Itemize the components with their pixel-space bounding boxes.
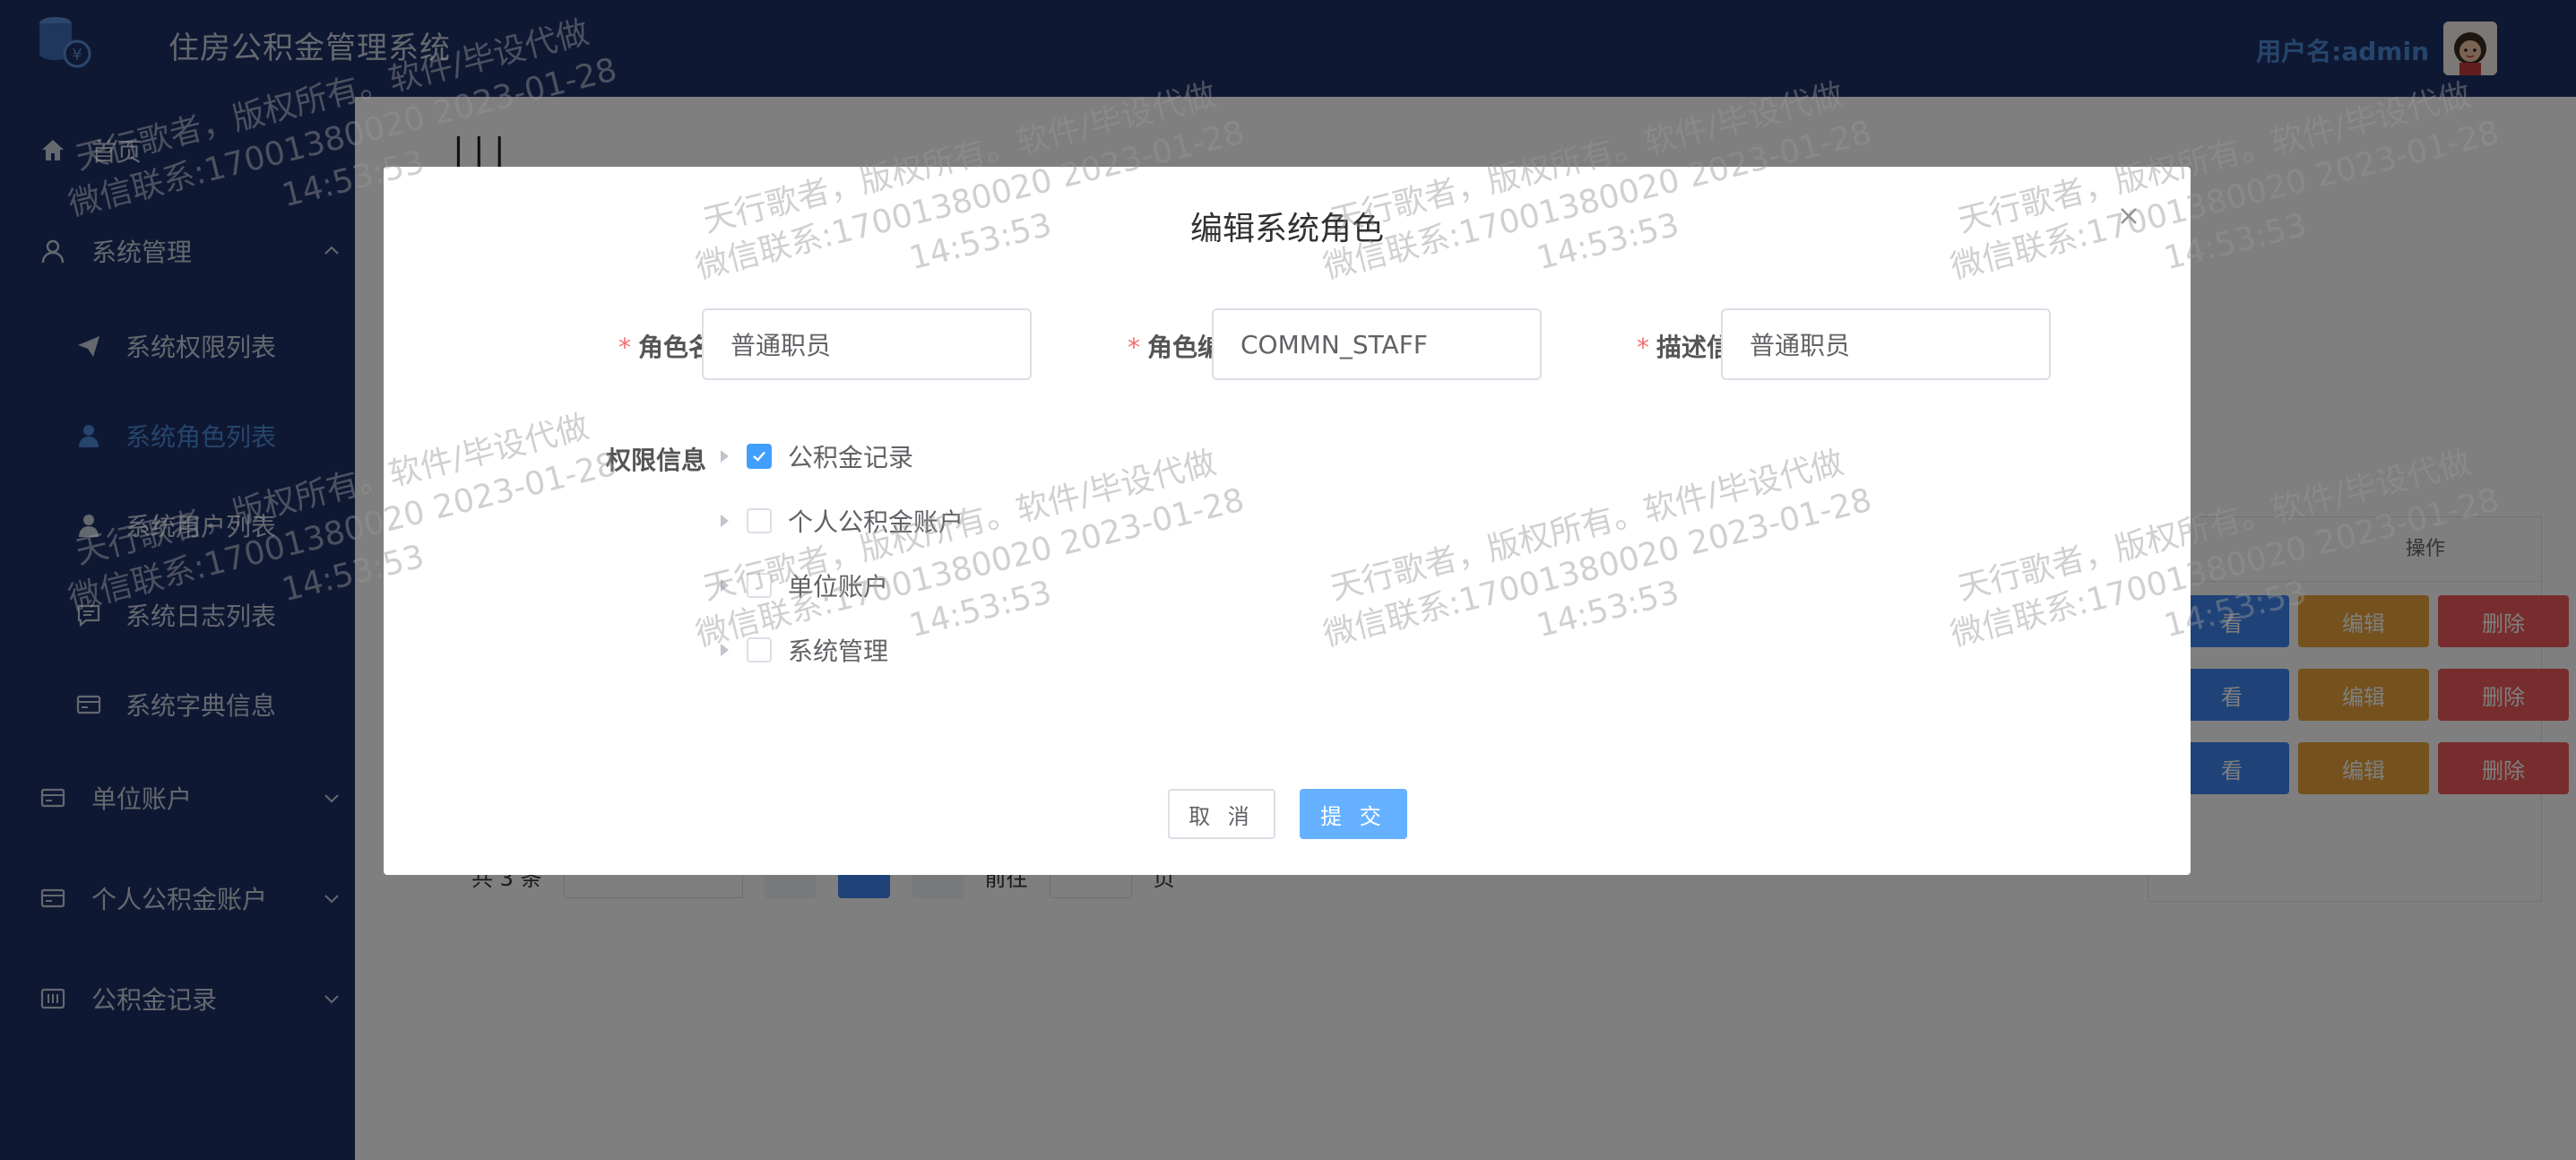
- tree-node-label: 个人公积金账户: [788, 507, 964, 537]
- edit-role-dialog: 编辑系统角色 *角色名称 *角色编码 *描述信息 权限信息 公积金记录 个人公积…: [384, 167, 2191, 875]
- description-input[interactable]: [1721, 308, 2051, 380]
- checkbox[interactable]: [747, 444, 772, 469]
- submit-button[interactable]: 提 交: [1300, 789, 1407, 839]
- tree-node-fund-records[interactable]: 公积金记录: [713, 434, 913, 479]
- checkbox[interactable]: [747, 508, 772, 533]
- close-icon[interactable]: [2115, 203, 2142, 229]
- check-icon: [753, 451, 765, 462]
- tree-node-unit-account[interactable]: 单位账户: [713, 563, 888, 608]
- checkbox[interactable]: [747, 637, 772, 662]
- required-mark: *: [1127, 333, 1140, 362]
- required-mark: *: [1636, 333, 1649, 362]
- tree-node-label: 公积金记录: [788, 443, 914, 472]
- tree-node-label: 单位账户: [788, 572, 889, 602]
- cancel-button[interactable]: 取 消: [1168, 789, 1275, 839]
- tree-node-system-management[interactable]: 系统管理: [713, 628, 888, 672]
- caret-right-icon[interactable]: [721, 450, 729, 463]
- role-code-input[interactable]: [1212, 308, 1542, 380]
- tree-node-personal-account[interactable]: 个人公积金账户: [713, 498, 964, 543]
- required-mark: *: [618, 333, 631, 362]
- caret-right-icon[interactable]: [721, 644, 729, 656]
- dialog-title: 编辑系统角色: [1189, 211, 1384, 247]
- checkbox[interactable]: [747, 573, 772, 598]
- caret-right-icon[interactable]: [721, 579, 729, 592]
- permissions-label: 权限信息: [605, 446, 706, 475]
- role-name-input[interactable]: [702, 308, 1032, 380]
- tree-node-label: 系统管理: [788, 636, 889, 666]
- caret-right-icon[interactable]: [721, 515, 729, 527]
